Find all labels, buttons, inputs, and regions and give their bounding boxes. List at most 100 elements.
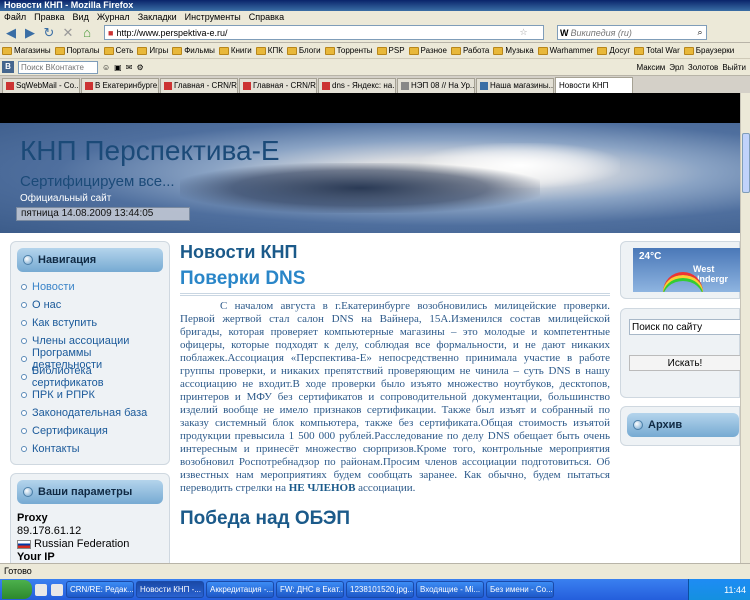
tab[interactable]: SqWebMail - Co... [2, 78, 80, 93]
dark-cloud [180, 163, 540, 213]
russia-flag-icon [17, 539, 31, 549]
taskbar-item[interactable]: FW: ДНС в Екат... [276, 581, 344, 598]
site-date: пятница 14.08.2009 13:44:05 [16, 207, 190, 221]
taskbar-item[interactable]: CRN/RE: Редак... [66, 581, 134, 598]
taskbar-item[interactable]: Аккредитация -... [206, 581, 274, 598]
quicklaunch-icon[interactable] [35, 583, 47, 596]
search-icon[interactable]: ⌕ [698, 27, 703, 38]
taskbar-item[interactable]: 1238101520.jpg... [346, 581, 414, 598]
nav-item-certification[interactable]: Сертификация [17, 422, 163, 440]
folder-icon [255, 46, 266, 55]
vk-search-input[interactable] [21, 62, 93, 72]
menu-file[interactable]: Файл [4, 11, 26, 23]
bookmark-folder[interactable]: Музыка [493, 46, 534, 55]
bullet-icon [21, 284, 27, 290]
friends-icon[interactable]: ☺ [102, 63, 110, 72]
bookmark-folder[interactable]: Сеть [103, 46, 133, 55]
bookmark-folder[interactable]: Работа [450, 46, 489, 55]
bookmark-folder[interactable]: Магазины [2, 46, 51, 55]
main-column: Новости КНП Поверки DNS С началом август… [180, 241, 610, 531]
quicklaunch-icon[interactable] [51, 583, 63, 596]
clock[interactable]: 11:44 [724, 585, 746, 595]
photos-icon[interactable]: ▣ [114, 63, 122, 72]
nav-item-join[interactable]: Как вступить [17, 314, 163, 332]
nav-item-news[interactable]: Новости [17, 278, 163, 296]
bookmark-folder[interactable]: PSP [376, 46, 405, 55]
nav-item-contacts[interactable]: Контакты [17, 440, 163, 458]
bookmark-folder[interactable]: Разное [408, 46, 447, 55]
menu-view[interactable]: Вид [73, 11, 89, 23]
tab[interactable]: Главная - CRN/RE [160, 78, 238, 93]
bullet-icon [633, 420, 643, 430]
toolbar-user-area: Максим Эрл Золотов Выйти [637, 63, 750, 72]
bookmark-folder[interactable]: Фильмы [172, 46, 215, 55]
reload-icon[interactable]: ↻ [41, 25, 57, 41]
navigation-toolbar: ◀ ▶ ↻ ✕ ⌂ ■ ☆ W ⌕ [0, 23, 750, 43]
article-title[interactable]: Поверки DNS [180, 267, 610, 296]
site-search-input[interactable] [629, 319, 740, 335]
page-heading: Новости КНП [180, 242, 298, 262]
forward-icon[interactable]: ▶ [22, 25, 38, 41]
messages-icon[interactable]: ✉ [126, 63, 133, 72]
taskbar-item[interactable]: Входящие - Mi... [416, 581, 484, 598]
start-button[interactable] [2, 580, 32, 599]
bookmark-folder[interactable]: Warhammer [537, 46, 593, 55]
yandex-icon [322, 82, 330, 90]
params-body: Proxy 89.178.61.12 Russian Federation Yo… [17, 512, 163, 563]
vk-search-box [18, 60, 98, 74]
article-tail: ассоциации. [355, 482, 416, 494]
folder-icon [597, 46, 608, 55]
vertical-scrollbar[interactable] [740, 93, 750, 563]
site-search-button[interactable]: Искать! [629, 355, 740, 371]
home-icon[interactable]: ⌂ [79, 25, 95, 41]
back-icon[interactable]: ◀ [3, 25, 19, 41]
article-title-2[interactable]: Победа над ОБЭП [180, 507, 610, 531]
ip-address: 89.178.61.12 [17, 525, 82, 537]
page-icon [401, 82, 409, 90]
bullet-icon [21, 446, 27, 452]
menu-bar: Файл Правка Вид Журнал Закладки Инструме… [0, 11, 750, 23]
tab[interactable]: В Екатеринбурге... [81, 78, 159, 93]
site-favicon-icon: ■ [108, 27, 114, 38]
navigation-panel: Навигация Новости О нас Как вступить Чле… [10, 241, 170, 465]
bookmark-star-icon[interactable]: ☆ [519, 27, 527, 38]
bookmark-folder[interactable]: Игры [137, 46, 168, 55]
stop-icon[interactable]: ✕ [60, 25, 76, 41]
tab[interactable]: dns - Яндекс: на... [318, 78, 396, 93]
folder-icon [2, 46, 12, 55]
menu-help[interactable]: Справка [249, 11, 284, 23]
menu-edit[interactable]: Правка [34, 11, 64, 23]
url-input[interactable] [116, 27, 517, 38]
menu-bookmarks[interactable]: Закладки [138, 11, 177, 23]
bookmark-folder[interactable]: Книги [218, 46, 252, 55]
bullet-icon [21, 410, 27, 416]
wikipedia-icon: W [560, 27, 569, 38]
bookmark-folder[interactable]: Досуг [597, 46, 630, 55]
tab-active[interactable]: Новости КНП [555, 77, 633, 93]
tab[interactable]: Наша магазины... [476, 78, 554, 93]
nav-item-about[interactable]: О нас [17, 296, 163, 314]
your-ip-label: Your IP [17, 551, 55, 563]
folder-icon [450, 46, 461, 55]
tab[interactable]: НЭП 08 // На Ур... [397, 78, 475, 93]
bookmark-folder[interactable]: Порталы [54, 46, 100, 55]
bookmark-folder[interactable]: Блоги [286, 46, 321, 55]
menu-tools[interactable]: Инструменты [185, 11, 241, 23]
logout-link[interactable]: Выйти [722, 63, 746, 72]
settings-icon[interactable]: ⚙ [136, 63, 143, 72]
nav-item-legislation[interactable]: Законодательная база [17, 404, 163, 422]
bookmark-folder[interactable]: КПК [255, 46, 283, 55]
bookmark-folder[interactable]: Браузерки [683, 46, 734, 55]
search-engine-input[interactable] [570, 27, 696, 38]
bookmark-folder[interactable]: Total War [634, 46, 680, 55]
scrollbar-thumb[interactable] [742, 133, 750, 193]
vkontakte-icon[interactable]: B [2, 61, 14, 73]
taskbar-item-active[interactable]: Новости КНП -... [136, 581, 204, 598]
menu-history[interactable]: Журнал [97, 11, 130, 23]
archive-panel-header[interactable]: Архив [627, 413, 739, 437]
nav-item-certificates[interactable]: Библиотека сертификатов [17, 365, 163, 389]
weather-image[interactable]: 24°C West Undergr [633, 248, 740, 292]
tab[interactable]: Главная - CRN/RE [239, 78, 317, 93]
bookmark-folder[interactable]: Торренты [324, 46, 373, 55]
taskbar-item[interactable]: Без имени - Со... [486, 581, 554, 598]
